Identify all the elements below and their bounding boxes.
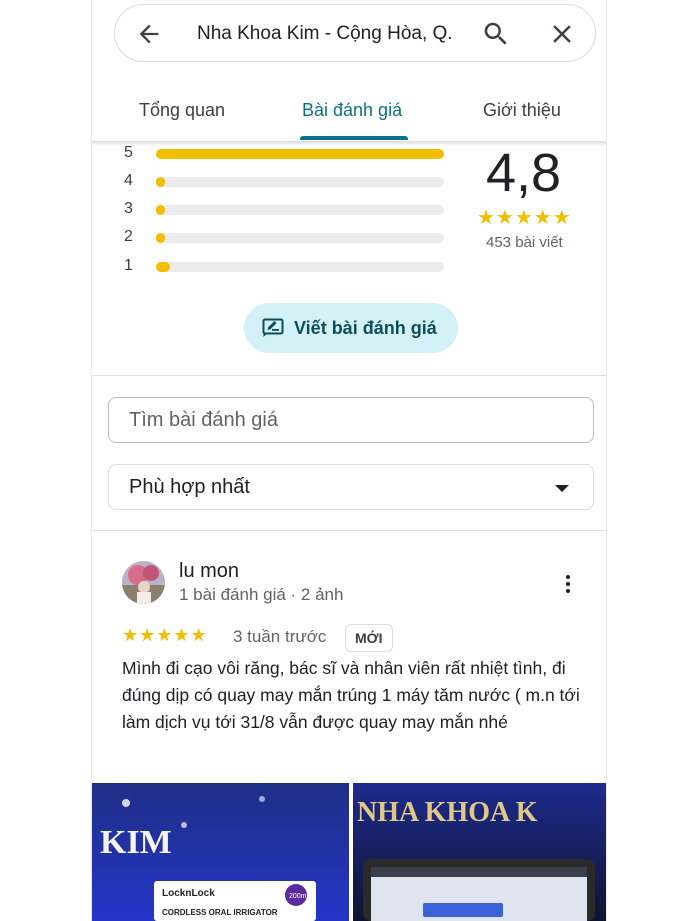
reviewer-name[interactable]: lu mon xyxy=(179,560,239,583)
rating-bar-star: 4 xyxy=(124,172,133,189)
review-time: 3 tuần trước xyxy=(233,627,327,646)
rating-bar-track xyxy=(156,262,444,272)
new-badge: MỚI xyxy=(345,624,393,652)
tab-overview[interactable]: Tổng quan xyxy=(139,100,225,121)
place-panel: Nha Khoa Kim - Cộng Hòa, Q. Tổng quan Bà… xyxy=(91,0,607,921)
back-arrow-icon[interactable] xyxy=(135,20,163,48)
rating-bar-star: 2 xyxy=(124,228,133,245)
rating-bar-row: 5 xyxy=(124,143,454,165)
rating-bar-row: 1 xyxy=(124,256,454,278)
tab-about[interactable]: Giới thiệu xyxy=(483,100,561,121)
section-divider xyxy=(92,375,606,376)
review-stars: ★★★★★ xyxy=(122,625,208,645)
write-review-icon xyxy=(262,318,284,337)
review-count[interactable]: 453 bài viết xyxy=(486,234,563,251)
svg-text:KIM: KIM xyxy=(100,824,172,861)
section-divider xyxy=(92,530,606,531)
average-rating-stars: ★★★★★ xyxy=(477,207,572,229)
search-query[interactable]: Nha Khoa Kim - Cộng Hòa, Q. xyxy=(197,23,453,45)
search-icon[interactable] xyxy=(481,19,511,49)
rating-bar-fill xyxy=(156,149,444,159)
search-reviews-input[interactable]: Tìm bài đánh giá xyxy=(108,397,594,443)
rating-bar-row: 3 xyxy=(124,199,454,221)
tab-bar: Tổng quan Bài đánh giá Giới thiệu xyxy=(92,80,606,142)
rating-bar-row: 4 xyxy=(124,171,454,193)
rating-bar-track xyxy=(156,149,444,159)
review-text: Mình đi cạo vôi răng, bác sĩ và nhân viê… xyxy=(122,658,580,732)
rating-bar-fill xyxy=(156,177,165,187)
sort-selected-value: Phù hợp nhất xyxy=(129,476,250,498)
rating-bar-fill xyxy=(156,262,171,272)
dropdown-arrow-icon xyxy=(555,485,569,492)
svg-text:LocknLock: LocknLock xyxy=(162,888,215,899)
tab-reviews[interactable]: Bài đánh giá xyxy=(302,100,402,121)
rating-bar-star: 5 xyxy=(124,144,133,161)
write-review-button[interactable]: Viết bài đánh giá xyxy=(244,303,458,353)
rating-bar-fill xyxy=(156,233,165,243)
rating-bar-track xyxy=(156,205,444,215)
rating-bar-row: 2 xyxy=(124,227,454,249)
review-photo[interactable]: KIM LocknLock CORDLESS ORAL IRRIGATOR 20… xyxy=(92,783,349,921)
rating-bar-star: 3 xyxy=(124,200,133,217)
search-bar[interactable]: Nha Khoa Kim - Cộng Hòa, Q. xyxy=(114,4,596,62)
active-tab-indicator xyxy=(300,136,408,140)
reviewer-meta: 1 bài đánh giá · 2 ảnh xyxy=(179,585,344,604)
svg-text:NHA KHOA K: NHA KHOA K xyxy=(357,797,538,828)
review-photo[interactable]: NHA KHOA K xyxy=(353,783,606,921)
sort-dropdown[interactable]: Phù hợp nhất xyxy=(108,464,594,510)
rating-bar-star: 1 xyxy=(124,257,133,274)
svg-text:200ml: 200ml xyxy=(289,893,309,900)
write-review-label: Viết bài đánh giá xyxy=(294,318,437,338)
close-icon[interactable] xyxy=(547,19,577,49)
rating-bar-track xyxy=(156,177,444,187)
average-rating: 4,8 xyxy=(486,143,562,203)
rating-bar-fill xyxy=(156,205,165,215)
more-vert-icon[interactable] xyxy=(558,572,578,596)
avatar[interactable] xyxy=(122,561,165,604)
rating-bar-track xyxy=(156,233,444,243)
svg-text:CORDLESS ORAL IRRIGATOR: CORDLESS ORAL IRRIGATOR xyxy=(162,908,278,917)
